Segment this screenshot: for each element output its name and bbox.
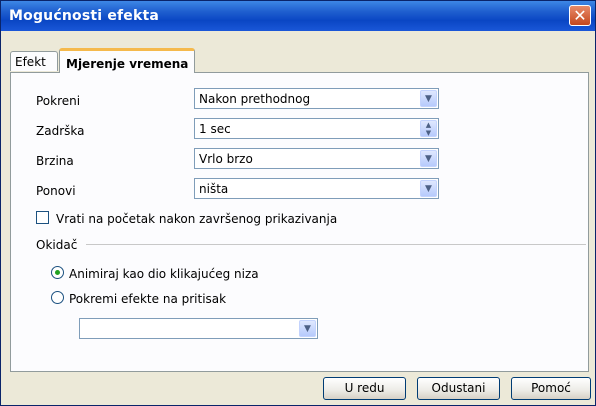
- chevron-down-icon[interactable]: ▼: [420, 180, 437, 197]
- ok-button[interactable]: U redu: [323, 377, 406, 400]
- zadrska-spinner[interactable]: 1 sec ▲ ▼: [194, 118, 439, 139]
- animate-sequence-label: Animiraj kao dio klikajućeg niza: [69, 267, 259, 281]
- chevron-down-icon[interactable]: ▼: [299, 320, 316, 337]
- animate-sequence-radio[interactable]: [51, 266, 64, 279]
- trigger-heading: Okidač: [36, 238, 78, 252]
- tab-mjerenje-vremena-label: Mjerenje vremena: [66, 57, 189, 71]
- trigger-shape-dropdown[interactable]: ▼: [79, 318, 318, 339]
- trigger-separator: [86, 244, 586, 245]
- cancel-button[interactable]: Odustani: [417, 377, 500, 400]
- zadrska-label: Zadrška: [36, 124, 85, 138]
- help-button[interactable]: Pomoć: [511, 377, 591, 400]
- chevron-down-icon[interactable]: ▼: [420, 150, 437, 167]
- radio-selected-dot: [55, 270, 60, 275]
- brzina-dropdown[interactable]: Vrlo brzo ▼: [194, 148, 439, 169]
- rewind-checkbox-label: Vrati na početak nakon završenog prikazi…: [56, 212, 338, 226]
- start-on-click-label: Pokremi efekte na pritisak: [69, 292, 227, 306]
- start-on-click-radio[interactable]: [51, 291, 64, 304]
- chevron-down-icon[interactable]: ▼: [420, 90, 437, 107]
- rewind-checkbox[interactable]: [36, 211, 49, 224]
- zadrska-value: 1 sec: [199, 122, 231, 136]
- tab-efekt[interactable]: Efekt: [10, 51, 58, 71]
- ponovi-value: ništa: [199, 182, 229, 196]
- ponovi-label: Ponovi: [36, 184, 76, 198]
- brzina-label: Brzina: [36, 154, 74, 168]
- brzina-value: Vrlo brzo: [199, 152, 253, 166]
- tab-mjerenje-vremena[interactable]: Mjerenje vremena: [59, 48, 196, 73]
- title-bar[interactable]: Mogućnosti efekta ✕: [1, 1, 595, 31]
- ponovi-dropdown[interactable]: ništa ▼: [194, 178, 439, 199]
- pokreni-label: Pokreni: [36, 94, 81, 108]
- spin-up-down-icon[interactable]: ▲ ▼: [420, 120, 437, 137]
- close-icon[interactable]: ✕: [569, 5, 591, 26]
- pokreni-value: Nakon prethodnog: [199, 92, 311, 106]
- tab-efekt-label: Efekt: [15, 55, 46, 69]
- pokreni-dropdown[interactable]: Nakon prethodnog ▼: [194, 88, 439, 109]
- window-title: Mogućnosti efekta: [9, 8, 160, 24]
- effect-options-dialog: Mogućnosti efekta ✕ Efekt Mjerenje vreme…: [0, 0, 596, 406]
